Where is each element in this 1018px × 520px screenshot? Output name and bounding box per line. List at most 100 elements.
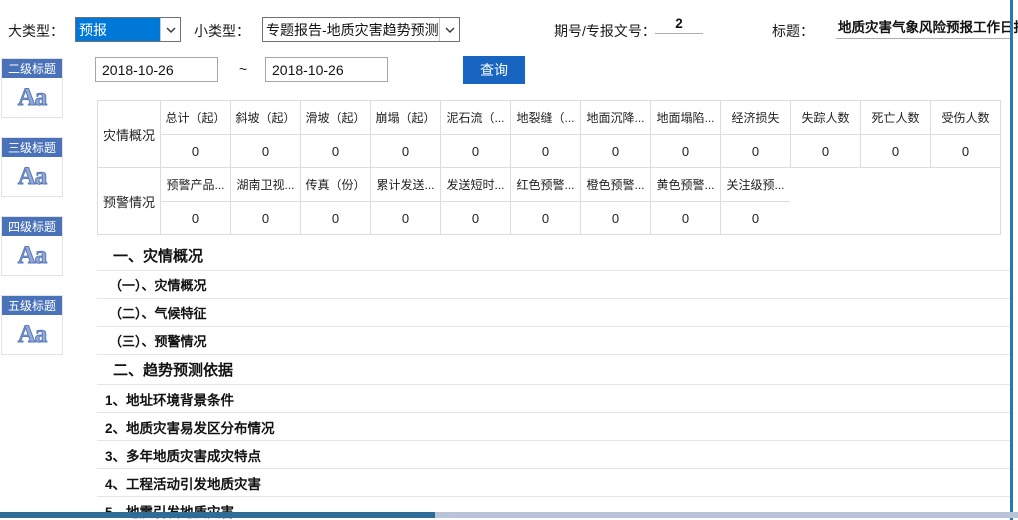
chevron-down-icon xyxy=(160,18,180,41)
document-outline: 一、灾情概况（一）、灾情概况（二）、气候特征（三）、预警情况二、趋势预测依据1、… xyxy=(97,241,1010,520)
outline-item[interactable]: （一）、灾情概况 xyxy=(97,271,1010,299)
sidebar-item-heading-level-3[interactable]: 三级标题 Aa xyxy=(1,137,63,197)
table-column: 失踪人数0 xyxy=(790,101,860,167)
table-cell-value: 0 xyxy=(371,134,440,167)
outline-item[interactable]: 4、工程活动引发地质灾害 xyxy=(97,469,1010,497)
major-type-selected-value: 预报 xyxy=(76,18,160,41)
table-column: 传真（份）0 xyxy=(300,168,370,234)
outline-item[interactable]: 3、多年地质灾害成灾特点 xyxy=(97,441,1010,469)
table-column: 死亡人数0 xyxy=(860,101,930,167)
table-cell-value: 0 xyxy=(931,134,1000,167)
horizontal-scrollbar-thumb[interactable] xyxy=(0,512,435,518)
table-column: 滑坡（起）0 xyxy=(300,101,370,167)
sidebar-item-heading-level-5[interactable]: 五级标题 Aa xyxy=(1,295,63,355)
minor-type-label: 小类型： xyxy=(194,21,250,41)
table-column: 黄色预警...0 xyxy=(650,168,720,234)
font-style-icon: Aa xyxy=(2,315,62,354)
outline-item[interactable]: （二）、气候特征 xyxy=(97,299,1010,327)
table-cell-value: 0 xyxy=(651,134,720,167)
sidebar-item-label: 五级标题 xyxy=(2,296,62,315)
table-column: 累计发送...0 xyxy=(370,168,440,234)
table-column-header: 滑坡（起） xyxy=(301,101,370,134)
issue-number-input[interactable]: 2 xyxy=(655,16,703,34)
table-column-header: 地裂缝（... xyxy=(511,101,580,134)
sidebar-item-label: 二级标题 xyxy=(2,59,62,78)
table-cell-value: 0 xyxy=(161,201,230,234)
table-cell-value: 0 xyxy=(441,134,510,167)
date-to-input[interactable]: 2018-10-26 xyxy=(265,57,388,82)
outline-item[interactable]: 1、地址环境背景条件 xyxy=(97,385,1010,413)
aa-glyph: Aa xyxy=(18,163,47,191)
font-style-icon: Aa xyxy=(2,157,62,196)
table-column-header: 地面沉降... xyxy=(581,101,650,134)
chevron-down-icon xyxy=(439,18,459,41)
issue-number-label: 期号/专报文号： xyxy=(554,21,656,41)
sidebar-item-label: 三级标题 xyxy=(2,138,62,157)
table-column-header: 死亡人数 xyxy=(861,101,930,134)
aa-glyph: Aa xyxy=(18,321,47,349)
table-column: 斜坡（起）0 xyxy=(230,101,300,167)
outline-item[interactable]: 二、趋势预测依据 xyxy=(97,355,1010,385)
table-column-header: 传真（份） xyxy=(301,168,370,201)
table-column: 橙色预警...0 xyxy=(580,168,650,234)
table-cell-value: 0 xyxy=(721,134,790,167)
table-cell-value: 0 xyxy=(371,201,440,234)
window-right-border xyxy=(1010,0,1013,520)
table-cell-value: 0 xyxy=(231,201,300,234)
table-column-header: 累计发送... xyxy=(371,168,440,201)
title-input[interactable]: 地质灾害气象风险预报工作日报 xyxy=(836,16,1013,39)
table-column-header: 发送短时... xyxy=(441,168,510,201)
table-column-header: 黄色预警... xyxy=(651,168,720,201)
sidebar-item-heading-level-2[interactable]: 二级标题 Aa xyxy=(1,58,63,118)
table-cell-value: 0 xyxy=(861,134,930,167)
table-column: 经济损失0 xyxy=(720,101,790,167)
table-column: 泥石流（...0 xyxy=(440,101,510,167)
horizontal-scrollbar[interactable] xyxy=(0,512,1018,518)
title-label: 标题： xyxy=(772,21,814,41)
outline-item[interactable]: 2、地质灾害易发区分布情况 xyxy=(97,413,1010,441)
table-column-header: 预警产品... xyxy=(161,168,230,201)
table-cell-value: 0 xyxy=(651,201,720,234)
font-style-icon: Aa xyxy=(2,236,62,275)
table-column-header: 受伤人数 xyxy=(931,101,1000,134)
table-column-header: 橙色预警... xyxy=(581,168,650,201)
table-cell-value: 0 xyxy=(231,134,300,167)
table-column-header: 泥石流（... xyxy=(441,101,510,134)
table-column-header: 失踪人数 xyxy=(791,101,860,134)
table-column: 地面塌陷...0 xyxy=(650,101,720,167)
table-row-header: 预警情况 xyxy=(98,168,160,234)
table-group: 灾情概况总计（起）0斜坡（起）0滑坡（起）0崩塌（起）0泥石流（...0地裂缝（… xyxy=(97,100,1001,168)
table-cell-value: 0 xyxy=(721,201,790,234)
table-cell-value: 0 xyxy=(441,201,510,234)
table-cell-value: 0 xyxy=(161,134,230,167)
sidebar-item-label: 四级标题 xyxy=(2,217,62,236)
table-cell-value: 0 xyxy=(511,201,580,234)
table-column: 预警产品...0 xyxy=(160,168,230,234)
table-column: 地面沉降...0 xyxy=(580,101,650,167)
table-column-header: 红色预警... xyxy=(511,168,580,201)
table-cell-value: 0 xyxy=(581,134,650,167)
major-type-select[interactable]: 预报 xyxy=(75,17,181,42)
sidebar-item-heading-level-4[interactable]: 四级标题Aa xyxy=(1,216,63,276)
table-column: 总计（起）0 xyxy=(160,101,230,167)
table-column: 受伤人数0 xyxy=(930,101,1000,167)
date-from-input[interactable]: 2018-10-26 xyxy=(95,57,218,82)
table-column-header: 地面塌陷... xyxy=(651,101,720,134)
table-cell-value: 0 xyxy=(301,201,370,234)
table-column-header: 斜坡（起） xyxy=(231,101,300,134)
outline-item[interactable]: 一、灾情概况 xyxy=(97,241,1010,271)
table-column: 红色预警...0 xyxy=(510,168,580,234)
table-column: 关注级预...0 xyxy=(720,168,790,234)
minor-type-select[interactable]: 专题报告-地质灾害趋势预测 xyxy=(262,17,460,42)
outline-item[interactable]: （三）、预警情况 xyxy=(97,327,1010,355)
table-row-header: 灾情概况 xyxy=(98,101,160,167)
stats-table: 灾情概况总计（起）0斜坡（起）0滑坡（起）0崩塌（起）0泥石流（...0地裂缝（… xyxy=(97,100,1001,235)
table-column-header: 经济损失 xyxy=(721,101,790,134)
table-cell-value: 0 xyxy=(581,201,650,234)
table-column-header: 关注级预... xyxy=(721,168,790,201)
query-button[interactable]: 查询 xyxy=(463,56,525,84)
table-cell-value: 0 xyxy=(791,134,860,167)
table-column: 湖南卫视...0 xyxy=(230,168,300,234)
table-cell-value: 0 xyxy=(301,134,370,167)
aa-glyph: Aa xyxy=(18,84,47,112)
